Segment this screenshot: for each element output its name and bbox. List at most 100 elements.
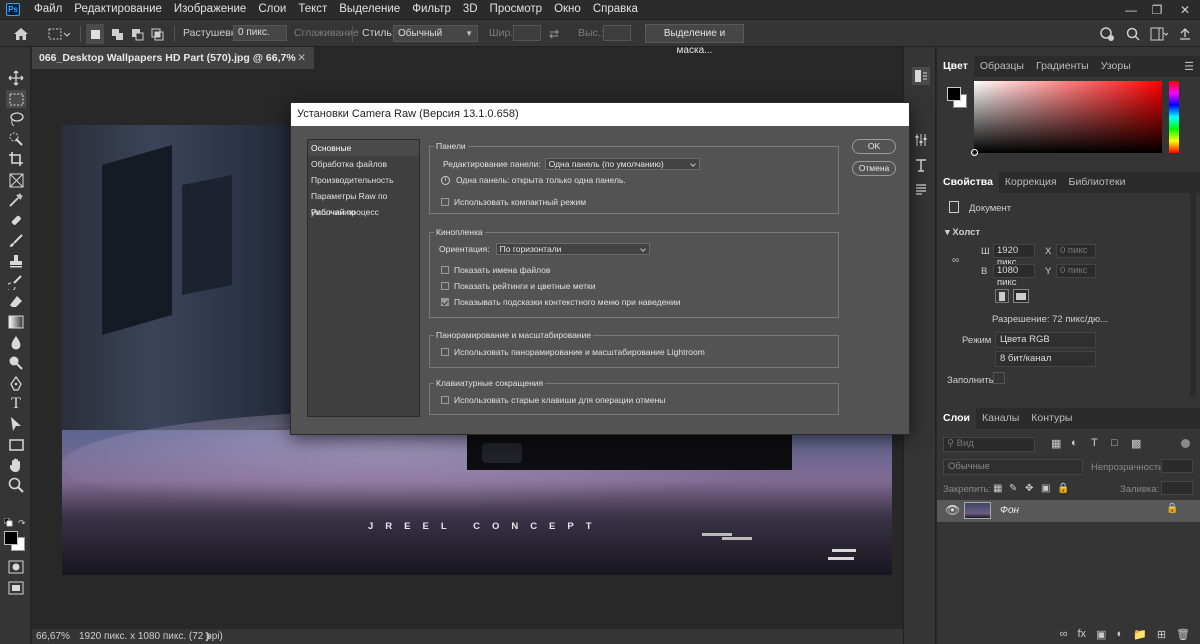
menu-select[interactable]: Выделение <box>333 0 406 19</box>
layer-name[interactable]: Фон <box>1000 505 1019 516</box>
add-selection-icon[interactable] <box>108 24 126 44</box>
compact-mode-row[interactable]: Использовать компактный режим <box>441 197 586 207</box>
workspace-icon[interactable] <box>1148 24 1170 44</box>
bit-depth-select[interactable]: 8 бит/канал <box>995 351 1096 367</box>
blend-mode-select[interactable]: Обычные <box>943 459 1083 475</box>
color-mode-select[interactable]: Цвета RGB <box>995 332 1096 348</box>
lightroom-pan-row[interactable]: Использовать панорамирование и масштабир… <box>441 347 705 357</box>
menu-view[interactable]: Просмотр <box>484 0 549 19</box>
healing-brush-tool-icon[interactable] <box>6 211 26 229</box>
canvas-x-input[interactable]: 0 пикс <box>1056 244 1096 258</box>
link-layers-icon[interactable]: ∞ <box>1060 628 1068 640</box>
legacy-undo-checkbox[interactable] <box>441 396 449 404</box>
filter-toggle[interactable] <box>1181 439 1190 448</box>
fill-opacity-input[interactable] <box>1161 481 1193 495</box>
tab-patterns[interactable]: Узоры <box>1095 56 1137 77</box>
nav-item-workflow[interactable]: Рабочий процесс <box>308 204 419 220</box>
default-colors-icon[interactable] <box>3 517 13 527</box>
search-icon[interactable] <box>1124 24 1142 44</box>
compact-mode-checkbox[interactable] <box>441 198 449 206</box>
document-tab[interactable]: 066_Desktop Wallpapers HD Part (570).jpg… <box>32 47 314 86</box>
tab-libraries[interactable]: Библиотеки <box>1063 172 1132 193</box>
filter-smart-icon[interactable]: ▩ <box>1131 437 1141 450</box>
fx-icon[interactable]: fx <box>1077 628 1086 640</box>
stamp-tool-icon[interactable] <box>6 252 26 270</box>
rect-marquee-tool-icon[interactable] <box>6 90 26 108</box>
link-icon[interactable]: ∞ <box>952 255 959 266</box>
pen-tool-icon[interactable] <box>6 375 26 393</box>
lock-artboard-icon[interactable]: ▣ <box>1041 483 1050 494</box>
landscape-orientation-icon[interactable] <box>1013 289 1029 303</box>
path-select-tool-icon[interactable] <box>6 415 26 433</box>
blur-tool-icon[interactable] <box>6 334 26 352</box>
upload-icon[interactable] <box>1176 24 1194 44</box>
crop-tool-icon[interactable] <box>6 150 26 168</box>
legacy-undo-row[interactable]: Использовать старые клавиши для операции… <box>441 395 665 405</box>
canvas-width-input[interactable]: 1920 пикс <box>993 244 1035 268</box>
orientation-select[interactable]: По горизонтали <box>495 243 650 255</box>
visibility-eye-icon[interactable]: 👁 <box>945 503 960 517</box>
canvas-y-input[interactable]: 0 пикс <box>1056 264 1096 278</box>
quick-mask-icon[interactable] <box>6 558 26 576</box>
menu-edit[interactable]: Редактирование <box>68 0 168 19</box>
tab-adjustments[interactable]: Коррекция <box>999 172 1063 193</box>
width-input[interactable] <box>513 25 541 41</box>
style-select[interactable]: Обычный ▼ <box>393 25 478 42</box>
layer-row[interactable]: 👁 Фон 🔒 <box>937 500 1200 522</box>
minimize-icon[interactable]: — <box>1118 0 1144 19</box>
menu-layers[interactable]: Слои <box>252 0 292 19</box>
show-ratings-checkbox[interactable] <box>441 282 449 290</box>
home-icon[interactable] <box>8 24 34 44</box>
lock-all-icon[interactable]: 🔒 <box>1057 483 1069 494</box>
maximize-icon[interactable]: ❐ <box>1144 0 1170 19</box>
frame-tool-icon[interactable] <box>6 171 26 189</box>
feather-input[interactable]: 0 пикс. <box>233 25 287 41</box>
fill-swatch[interactable] <box>993 372 1005 384</box>
gradient-tool-icon[interactable] <box>6 313 26 331</box>
select-and-mask-button[interactable]: Выделение и маска... <box>645 24 744 56</box>
nav-item-general[interactable]: Основные <box>308 140 419 156</box>
hue-slider[interactable] <box>1169 81 1179 153</box>
type-tool-icon[interactable]: T <box>6 395 26 413</box>
menu-window[interactable]: Окно <box>548 0 587 19</box>
hand-tool-icon[interactable] <box>6 456 26 474</box>
layer-mask-icon[interactable]: ▣ <box>1096 628 1106 641</box>
zoom-tool-icon[interactable] <box>6 476 26 494</box>
character-panel-icon[interactable] <box>912 156 930 174</box>
lock-position-icon[interactable]: ✥ <box>1025 483 1033 494</box>
marquee-preset-icon[interactable] <box>44 24 74 44</box>
menu-help[interactable]: Справка <box>587 0 644 19</box>
trash-icon[interactable]: 🗑 <box>1176 628 1190 641</box>
menu-image[interactable]: Изображение <box>168 0 252 19</box>
menu-text[interactable]: Текст <box>292 0 333 19</box>
color-fg-swatch[interactable] <box>947 87 961 101</box>
eyedropper-tool-icon[interactable] <box>6 191 26 209</box>
filter-type-icon[interactable]: T <box>1091 437 1098 449</box>
new-adjustment-icon[interactable]: ◐ <box>1116 628 1123 640</box>
ok-button[interactable]: OK <box>852 139 896 154</box>
tab-layers[interactable]: Слои <box>937 408 976 429</box>
filter-shape-icon[interactable]: □ <box>1111 437 1118 449</box>
show-hints-checkbox[interactable] <box>441 298 449 306</box>
portrait-orientation-icon[interactable] <box>995 289 1009 303</box>
zoom-level[interactable]: 66,67% <box>36 631 70 642</box>
show-ratings-row[interactable]: Показать рейтинги и цветные метки <box>441 281 596 291</box>
new-group-icon[interactable]: 📁 <box>1133 628 1147 641</box>
intersect-selection-icon[interactable] <box>148 24 166 44</box>
move-tool-icon[interactable] <box>6 69 26 87</box>
color-picker-field[interactable] <box>974 81 1162 153</box>
tab-swatches[interactable]: Образцы <box>974 56 1030 77</box>
properties-scrollbar[interactable] <box>1190 177 1196 397</box>
history-brush-tool-icon[interactable] <box>6 273 26 291</box>
panel-menu-icon[interactable]: ☰ <box>1184 60 1194 73</box>
close-icon[interactable]: ✕ <box>1172 0 1198 19</box>
filter-pixel-icon[interactable]: ▦ <box>1051 437 1061 450</box>
paragraph-panel-icon[interactable] <box>912 181 930 199</box>
filter-adjustment-icon[interactable]: ◐ <box>1071 437 1078 449</box>
document-info[interactable]: 1920 пикс. x 1080 пикс. (72 ppi) <box>79 631 223 642</box>
screen-mode-icon[interactable] <box>6 579 26 597</box>
share-icon[interactable] <box>1098 24 1116 44</box>
dialog-title[interactable]: Установки Camera Raw (Версия 13.1.0.658) <box>291 103 909 126</box>
new-selection-icon[interactable] <box>86 24 104 44</box>
tab-properties[interactable]: Свойства <box>937 172 999 193</box>
